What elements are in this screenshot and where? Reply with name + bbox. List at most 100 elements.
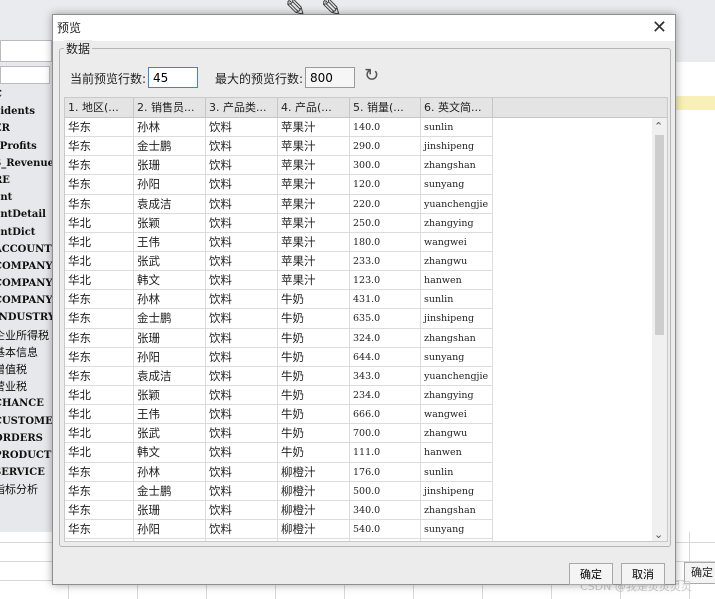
table-cell: 176.0 xyxy=(350,462,421,482)
column-header[interactable]: 5. 销量(... xyxy=(350,98,421,117)
sidebar-item[interactable]: COMPANYLIC xyxy=(0,275,52,292)
table-cell: 华东 xyxy=(65,347,134,367)
sidebar-item[interactable]: CHANCE xyxy=(0,395,52,412)
table-cell: 华北 xyxy=(65,232,134,252)
sidebar-item[interactable]: e xyxy=(0,499,52,516)
table-cell: zhangshan xyxy=(421,156,493,176)
table-cell: 饮料 xyxy=(206,385,278,406)
sidebar-item[interactable]: eidents xyxy=(0,103,52,120)
table-cell: 340.0 xyxy=(350,500,421,520)
current-rows-input[interactable] xyxy=(148,67,198,88)
table-cell: wangwei xyxy=(421,232,493,252)
sidebar-item[interactable]: 营业税 xyxy=(0,378,52,395)
sidebar-item[interactable]: S_Revenue xyxy=(0,155,52,172)
sidebar-item[interactable]: 增值税 xyxy=(0,361,52,378)
table-cell: 饮料 xyxy=(206,405,278,425)
sidebar-item[interactable]: INDUSTRY xyxy=(0,309,52,326)
table-cell: 250.0 xyxy=(350,213,421,233)
table-cell: 180.0 xyxy=(350,232,421,252)
column-header[interactable]: 4. 产品(... xyxy=(278,98,350,117)
table-cell: 柳橙汁 xyxy=(278,481,350,501)
sidebar-item[interactable]: Ç xyxy=(0,86,52,103)
table-cell: 牛奶 xyxy=(278,443,350,463)
group-title: 数据 xyxy=(64,40,93,57)
sidebar-item[interactable]: 指标分析 xyxy=(0,481,52,498)
sidebar-item[interactable]: ent xyxy=(0,189,52,206)
sidebar-item[interactable]: 企业所得税 xyxy=(0,327,52,344)
column-header[interactable]: 3. 产品类... xyxy=(206,98,278,117)
highlight-stripe xyxy=(676,96,715,110)
scroll-thumb[interactable] xyxy=(655,135,664,335)
column-header[interactable]: 2. 销售员... xyxy=(134,98,206,117)
chevron-down-icon[interactable]: ⌄ xyxy=(654,528,663,541)
table-cell: yuanchengjie xyxy=(421,539,493,541)
table-cell: 苹果汁 xyxy=(278,271,350,291)
table-cell: sunlin xyxy=(421,290,493,310)
table-cell: 袁成洁 xyxy=(134,194,206,214)
column-header[interactable]: 1. 地区(... xyxy=(65,98,134,117)
column-header[interactable]: 6. 英文简... xyxy=(421,98,493,117)
table-cell: 孙林 xyxy=(134,462,206,482)
sidebar-item[interactable]: COMPANYTYI xyxy=(0,292,52,309)
table-cell: 华东 xyxy=(65,156,134,176)
sidebar-item[interactable]: ORDERS xyxy=(0,430,52,447)
table-cell: 张珊 xyxy=(134,500,206,520)
sidebar-item[interactable]: RE xyxy=(0,172,52,189)
table-cell: 饮料 xyxy=(206,232,278,252)
vertical-scrollbar[interactable]: ⌃ ⌄ xyxy=(652,118,667,541)
table-cell: 王伟 xyxy=(134,232,206,252)
table-cell: 233.0 xyxy=(350,251,421,272)
chevron-up-icon[interactable]: ⌃ xyxy=(654,120,663,133)
preview-table: 1. 地区(... 2. 销售员... 3. 产品类... 4. 产品(... 5. 销… xyxy=(64,97,668,542)
sidebar-item[interactable]: entDict xyxy=(0,224,52,241)
table-cell: 饮料 xyxy=(206,213,278,233)
dialog-titlebar: 预览 ✕ xyxy=(53,15,675,41)
max-rows-input[interactable] xyxy=(305,67,355,88)
sidebar-item[interactable]: COMPANY xyxy=(0,258,52,275)
table-cell: 牛奶 xyxy=(278,366,350,386)
table-cell: 孙林 xyxy=(134,118,206,138)
table-cell: 金士鹏 xyxy=(134,309,206,329)
table-cell: zhangwu xyxy=(421,424,493,444)
table-cell: 孙阳 xyxy=(134,175,206,195)
table-cell: 220.0 xyxy=(350,194,421,214)
table-cell: 华东 xyxy=(65,175,134,195)
table-cell: 饮料 xyxy=(206,481,278,501)
sidebar-item[interactable]: SERVICE xyxy=(0,464,52,481)
max-rows-label: 最大的预览行数: xyxy=(215,72,304,86)
table-cell: 140.0 xyxy=(350,118,421,138)
table-cell: hanwen xyxy=(421,271,493,291)
table-cell: 柳橙汁 xyxy=(278,519,350,540)
table-cell: 饮料 xyxy=(206,366,278,386)
cancel-button[interactable]: 取消 xyxy=(621,563,665,585)
data-group: 数据 当前预览行数: 最大的预览行数: ↻ 1. 地区(...2. 销售员...… xyxy=(59,40,671,547)
table-cell: 韩文 xyxy=(134,271,206,291)
sidebar-item[interactable]: ACCOUNTII xyxy=(0,241,52,258)
sidebar-item[interactable]: 基本信息 xyxy=(0,344,52,361)
sidebar-item[interactable]: entDetail xyxy=(0,206,52,223)
table-cell: 苹果汁 xyxy=(278,137,350,157)
table-cell: 431.0 xyxy=(350,290,421,310)
table-cell: 500.0 xyxy=(350,481,421,501)
refresh-icon[interactable]: ↻ xyxy=(364,65,379,86)
table-cell: 饮料 xyxy=(206,175,278,195)
close-icon[interactable]: ✕ xyxy=(652,15,667,41)
table-cell: 饮料 xyxy=(206,519,278,540)
ok-button[interactable]: 确定 xyxy=(569,563,613,585)
table-cell: 张颖 xyxy=(134,213,206,233)
table-cell: sunlin xyxy=(421,118,493,138)
sidebar-list: ÇeidentsERyProfitsS_RevenueREententDetai… xyxy=(0,86,52,516)
sidebar-item[interactable]: ER xyxy=(0,120,52,137)
sidebar-search[interactable] xyxy=(0,66,50,84)
sidebar-item[interactable]: CUSTOMER xyxy=(0,413,52,430)
table-cell: 饮料 xyxy=(206,539,278,541)
current-rows-label: 当前预览行数: xyxy=(70,72,147,86)
table-cell: 孙阳 xyxy=(134,519,206,540)
sidebar-item[interactable]: yProfits xyxy=(0,138,52,155)
sidebar-item[interactable]: PRODUCT xyxy=(0,447,52,464)
table-cell: 635.0 xyxy=(350,309,421,329)
table-cell: 华北 xyxy=(65,271,134,291)
table-cell: 饮料 xyxy=(206,137,278,157)
table-cell: 柳橙汁 xyxy=(278,462,350,482)
preview-dialog: 预览 ✕ 数据 当前预览行数: 最大的预览行数: ↻ 1. 地区(...2. 销… xyxy=(52,14,676,585)
